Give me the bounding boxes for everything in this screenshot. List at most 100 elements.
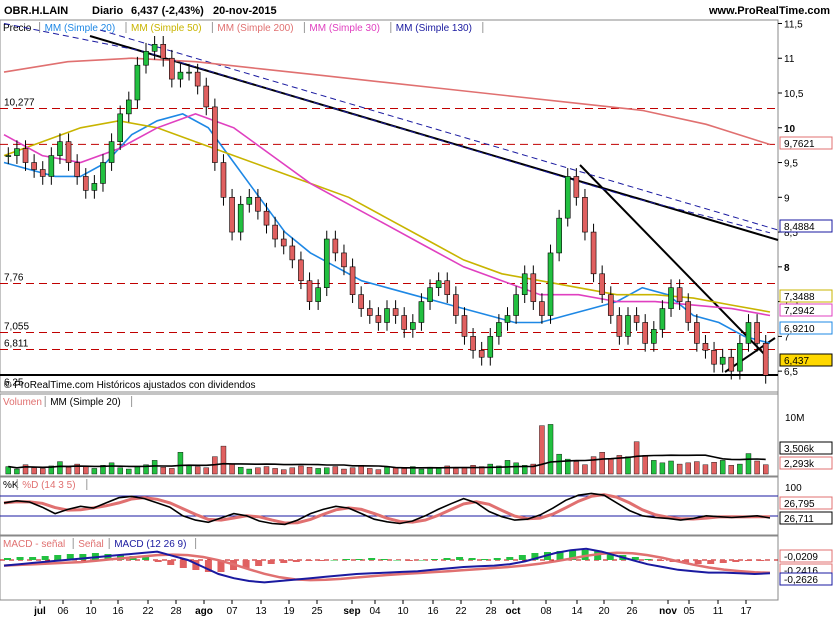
- macd-histogram-bar: [744, 560, 752, 561]
- volume-bar: [358, 465, 364, 475]
- candle-body: [160, 44, 167, 59]
- candle-body: [556, 217, 562, 254]
- candle-body: [607, 294, 614, 316]
- candle-body: [39, 169, 46, 177]
- date-tick: 10: [397, 606, 409, 617]
- macd-histogram-bar: [343, 559, 351, 560]
- date-label: 20-nov-2015: [213, 5, 277, 17]
- date-tick: 07: [226, 606, 238, 617]
- volume-bar: [126, 468, 132, 475]
- volume-bar: [702, 464, 709, 475]
- right-label: 6,437: [784, 356, 809, 367]
- candle-body: [539, 301, 545, 316]
- macd-histogram-bar: [29, 557, 37, 560]
- volume-bar: [547, 424, 554, 475]
- price-tick: 11,5: [784, 19, 803, 30]
- candle-body: [263, 210, 270, 226]
- level-label: 7,055: [4, 322, 29, 333]
- macdLegend-item: MACD - señal: [3, 539, 65, 550]
- volume-bar: [246, 468, 252, 475]
- candle-body: [487, 336, 494, 358]
- volume-bar: [263, 466, 270, 475]
- candle-body: [504, 315, 511, 323]
- candle-body: [745, 322, 752, 344]
- candle-body: [48, 155, 55, 177]
- right-label: 7,3488: [784, 292, 815, 303]
- date-tick: 28: [170, 606, 182, 617]
- volume-bar: [676, 463, 683, 475]
- candle-body: [5, 155, 12, 157]
- candle-body: [323, 238, 330, 289]
- volume-bar: [487, 463, 493, 475]
- candle-body: [762, 343, 769, 376]
- right-label: -0,0209: [784, 552, 818, 563]
- macd-histogram-bar: [267, 560, 275, 564]
- candle-body: [203, 85, 210, 108]
- candle-body: [427, 287, 433, 302]
- candle-body: [306, 280, 313, 302]
- candle-body: [754, 322, 760, 344]
- candle-body: [590, 231, 597, 275]
- date-tick: sep: [343, 606, 360, 617]
- candle-body: [530, 273, 537, 302]
- volume-bar: [306, 466, 313, 475]
- macd-histogram-bar: [305, 560, 313, 561]
- stoch-panel: [0, 476, 779, 536]
- macd-histogram-bar: [292, 560, 300, 562]
- candle-body: [134, 64, 141, 101]
- candle-body: [470, 336, 476, 351]
- candle-body: [547, 252, 554, 316]
- volLegend-item: Volumen: [3, 397, 42, 408]
- volume-bar: [83, 466, 89, 475]
- candle-body: [349, 266, 356, 295]
- candle-body: [117, 113, 123, 142]
- volume-bar: [194, 466, 201, 475]
- candle-body: [694, 322, 700, 344]
- volume-bar: [255, 467, 261, 475]
- candle-body: [668, 287, 674, 309]
- volume-bar: [719, 460, 726, 475]
- volume-bar: [384, 466, 390, 475]
- candle-body: [737, 343, 743, 372]
- stoch-right-labels: 26,795 26,711: [779, 496, 833, 525]
- candle-body: [418, 301, 425, 323]
- volume-bar: [203, 467, 209, 475]
- candle-body: [633, 315, 640, 323]
- date-tick: 28: [485, 606, 497, 617]
- right-label: 6,9210: [784, 324, 815, 335]
- candle-body: [496, 322, 502, 337]
- macd-histogram-bar: [493, 558, 501, 560]
- volume-bar: [625, 456, 631, 475]
- volume-bar: [453, 468, 459, 475]
- volume-bar: [186, 465, 192, 475]
- macd-histogram-bar: [644, 559, 652, 560]
- right-label: 26,795: [784, 499, 815, 510]
- candle-body: [625, 315, 631, 337]
- date-tick: oct: [506, 606, 522, 617]
- volLegend-item: MM (Simple 20): [50, 397, 121, 408]
- volume-bar: [728, 465, 734, 475]
- symbol-label: OBR.H.LAIN: [4, 5, 68, 17]
- period-label: Diario: [92, 5, 123, 17]
- right-label: 7,2942: [784, 306, 815, 317]
- volume-bar: [651, 460, 657, 475]
- volume-bar: [134, 466, 141, 475]
- candle-body: [599, 273, 605, 295]
- macd-histogram-bar: [16, 557, 24, 560]
- candle-body: [435, 280, 442, 289]
- volume-right-labels: 3,506k 2,293k: [779, 441, 833, 470]
- candle-body: [22, 148, 29, 163]
- candle-body: [229, 197, 235, 233]
- volume-bar: [220, 445, 227, 475]
- candle-body: [31, 162, 37, 170]
- stochLegend-item: %D (14 3 5): [22, 480, 75, 491]
- candle-body: [513, 294, 519, 316]
- candle-body: [616, 315, 623, 337]
- volume-bar: [169, 468, 175, 475]
- candle-body: [453, 294, 459, 316]
- volume-bar: [237, 466, 244, 475]
- candle-body: [521, 273, 528, 295]
- macd-histogram-bar: [368, 558, 376, 560]
- macd-histogram-bar: [317, 560, 325, 561]
- volume-bar: [229, 463, 235, 475]
